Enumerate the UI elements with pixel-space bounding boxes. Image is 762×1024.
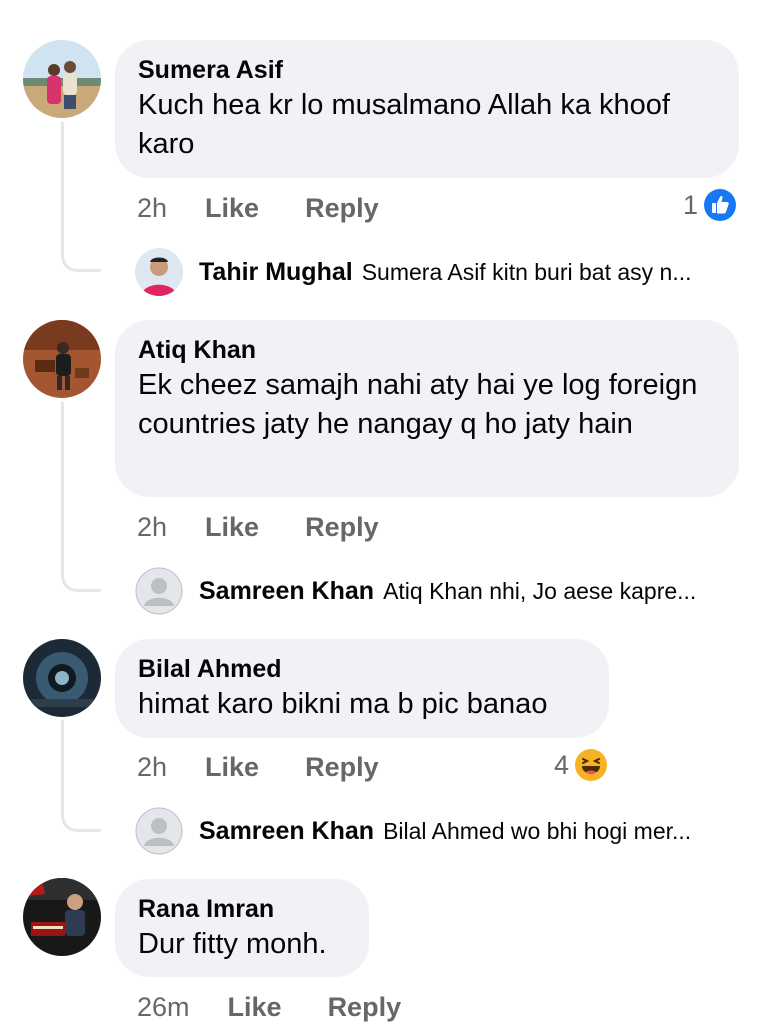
- comment-bubble: Bilal Ahmed himat karo bikni ma b pic ba…: [115, 639, 609, 738]
- like-button[interactable]: Like: [205, 193, 259, 224]
- comment-actions: 2h Like Reply: [137, 193, 379, 224]
- reply-thread-line: [61, 720, 101, 832]
- comment-bubble: Sumera Asif Kuch hea kr lo musalmano All…: [115, 40, 739, 178]
- reply-button[interactable]: Reply: [328, 992, 402, 1023]
- reply-text: Bilal Ahmed wo bhi hogi mer...: [383, 817, 692, 844]
- reply-preview[interactable]: Tahir Mughal Sumera Asif kitn buri bat a…: [135, 248, 692, 296]
- reply-text: Atiq Khan nhi, Jo aese kapre...: [383, 577, 697, 604]
- comment-actions: 26m Like Reply: [137, 992, 401, 1023]
- reply-button[interactable]: Reply: [305, 193, 379, 224]
- comment-author[interactable]: Rana Imran: [138, 893, 347, 925]
- comment-timestamp[interactable]: 2h: [137, 752, 167, 783]
- reply-thread-line: [61, 402, 101, 592]
- comment-text: Ek cheez samajh nahi aty hai ye log fore…: [138, 369, 698, 440]
- reply-text: Sumera Asif kitn buri bat asy n...: [361, 258, 692, 285]
- comment-author[interactable]: Sumera Asif: [138, 54, 717, 86]
- default-avatar-icon[interactable]: [135, 567, 183, 615]
- avatar[interactable]: [23, 40, 101, 118]
- default-avatar-icon[interactable]: [135, 807, 183, 855]
- comment-bubble: Atiq Khan Ek cheez samajh nahi aty hai y…: [115, 320, 739, 497]
- reply-thread-line: [61, 122, 101, 272]
- comment-text: Dur fitty monh.: [138, 928, 327, 960]
- avatar[interactable]: [23, 320, 101, 398]
- reply-author[interactable]: Tahir Mughal: [199, 258, 353, 287]
- like-button[interactable]: Like: [228, 992, 282, 1023]
- avatar[interactable]: [23, 639, 101, 717]
- avatar[interactable]: [23, 878, 101, 956]
- comment-timestamp[interactable]: 2h: [137, 193, 167, 224]
- comment-actions: 2h Like Reply: [137, 752, 379, 783]
- comment-timestamp[interactable]: 2h: [137, 512, 167, 543]
- avatar[interactable]: [135, 248, 183, 296]
- reaction-count: 1: [683, 189, 699, 220]
- reaction-count: 4: [554, 749, 570, 780]
- comment-author[interactable]: Atiq Khan: [138, 334, 717, 366]
- reply-button[interactable]: Reply: [305, 752, 379, 783]
- reply-author[interactable]: Samreen Khan: [199, 817, 374, 846]
- comment-timestamp[interactable]: 26m: [137, 992, 190, 1023]
- reaction-summary[interactable]: 4: [554, 749, 608, 781]
- reply-author[interactable]: Samreen Khan: [199, 577, 374, 606]
- comment-author[interactable]: Bilal Ahmed: [138, 653, 587, 685]
- reply-preview[interactable]: Samreen Khan Atiq Khan nhi, Jo aese kapr…: [135, 567, 696, 615]
- reply-button[interactable]: Reply: [305, 512, 379, 543]
- reaction-summary[interactable]: 1: [683, 189, 737, 221]
- like-button[interactable]: Like: [205, 512, 259, 543]
- reply-preview[interactable]: Samreen Khan Bilal Ahmed wo bhi hogi mer…: [135, 807, 691, 855]
- like-icon: [704, 189, 737, 221]
- like-button[interactable]: Like: [205, 752, 259, 783]
- comment-text: Kuch hea kr lo musalmano Allah ka khoof …: [138, 89, 670, 160]
- comment-text: himat karo bikni ma b pic banao: [138, 688, 548, 720]
- haha-icon: [575, 749, 608, 781]
- comment-actions: 2h Like Reply: [137, 512, 379, 543]
- comment-bubble: Rana Imran Dur fitty monh.: [115, 879, 369, 977]
